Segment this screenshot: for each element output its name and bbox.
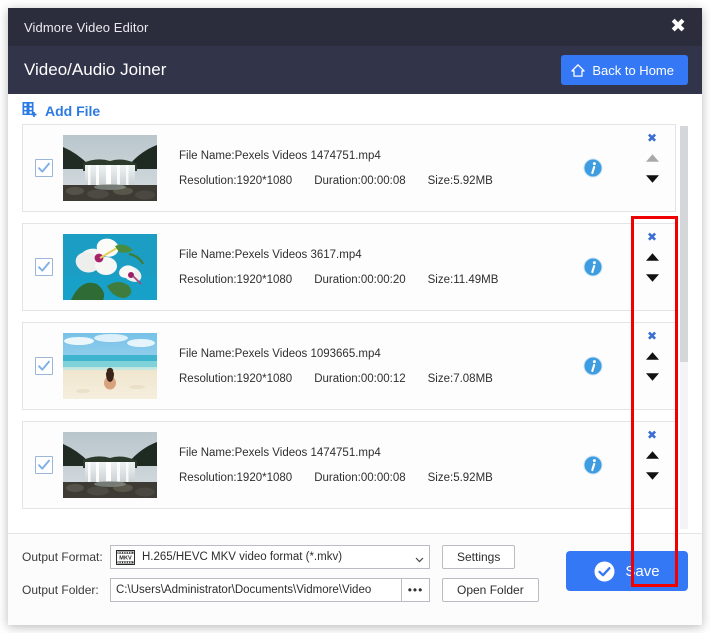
remove-file-button[interactable]: ✖ — [647, 330, 657, 343]
move-down-button[interactable] — [646, 368, 659, 386]
file-duration: Duration:00:00:12 — [314, 373, 405, 385]
output-folder-input[interactable]: C:\Users\Administrator\Documents\Vidmore… — [110, 578, 402, 602]
video-thumbnail[interactable] — [63, 135, 157, 201]
file-resolution: Resolution:1920*1080 — [179, 274, 292, 286]
file-duration: Duration:00:00:08 — [314, 175, 405, 187]
footer-panel: Output Format: — [8, 533, 702, 625]
home-icon — [571, 64, 585, 77]
app-title: Vidmore Video Editor — [24, 20, 148, 35]
file-list-container: File Name:Pexels Videos 1474751.mp4 Reso… — [8, 124, 702, 533]
add-film-icon — [22, 102, 37, 119]
check-circle-icon — [594, 561, 615, 582]
close-icon[interactable]: ✖ — [668, 17, 688, 38]
video-thumbnail[interactable] — [63, 333, 157, 399]
settings-button[interactable]: Settings — [442, 545, 515, 569]
file-select-checkbox[interactable] — [35, 258, 53, 276]
file-select-checkbox[interactable] — [35, 456, 53, 474]
back-to-home-label: Back to Home — [592, 63, 674, 78]
move-up-button[interactable] — [646, 248, 659, 266]
file-row-controls: ✖ — [629, 224, 675, 310]
move-down-button[interactable] — [646, 467, 659, 485]
save-label: Save — [625, 563, 659, 580]
file-metadata: File Name:Pexels Videos 1474751.mp4 Reso… — [179, 447, 583, 484]
page-title: Video/Audio Joiner — [24, 60, 166, 80]
add-file-label: Add File — [45, 103, 100, 119]
page-header: Video/Audio Joiner Back to Home — [8, 46, 702, 94]
output-format-select[interactable]: MKV H.265/HEVC MKV video format (*.mkv) — [110, 545, 430, 569]
file-name: File Name:Pexels Videos 1474751.mp4 — [179, 150, 583, 162]
mkv-file-icon: MKV — [116, 550, 135, 565]
file-name: File Name:Pexels Videos 1093665.mp4 — [179, 348, 583, 360]
move-up-button[interactable] — [646, 347, 659, 365]
remove-file-button[interactable]: ✖ — [647, 132, 657, 145]
app-window: Vidmore Video Editor ✖ Video/Audio Joine… — [8, 8, 702, 625]
file-size: Size:5.92MB — [428, 472, 493, 484]
file-select-checkbox[interactable] — [35, 357, 53, 375]
file-name: File Name:Pexels Videos 3617.mp4 — [179, 249, 583, 261]
file-resolution: Resolution:1920*1080 — [179, 175, 292, 187]
video-thumbnail[interactable] — [63, 234, 157, 300]
move-down-button[interactable] — [646, 269, 659, 287]
main-content: Add File — [8, 94, 702, 533]
titlebar: Vidmore Video Editor ✖ — [8, 8, 702, 46]
chevron-down-icon — [414, 552, 425, 563]
svg-text:MKV: MKV — [119, 555, 132, 561]
file-list-item[interactable]: File Name:Pexels Videos 1093665.mp4 Reso… — [22, 322, 676, 410]
output-format-label: Output Format: — [22, 550, 110, 564]
file-resolution: Resolution:1920*1080 — [179, 373, 292, 385]
remove-file-button[interactable]: ✖ — [647, 231, 657, 244]
move-down-button[interactable] — [646, 170, 659, 188]
open-folder-button[interactable]: Open Folder — [442, 578, 539, 602]
file-row-controls: ✖ — [629, 323, 675, 409]
file-row-controls: ✖ — [629, 125, 675, 211]
file-duration: Duration:00:00:08 — [314, 472, 405, 484]
info-icon[interactable] — [583, 158, 603, 178]
browse-folder-button[interactable]: ••• — [402, 578, 430, 602]
file-size: Size:7.08MB — [428, 373, 493, 385]
file-metadata: File Name:Pexels Videos 1093665.mp4 Reso… — [179, 348, 583, 385]
info-icon[interactable] — [583, 356, 603, 376]
remove-file-button[interactable]: ✖ — [647, 429, 657, 442]
move-up-button[interactable] — [646, 149, 659, 167]
back-to-home-button[interactable]: Back to Home — [561, 55, 688, 85]
file-list-item[interactable]: File Name:Pexels Videos 1474751.mp4 Reso… — [22, 124, 676, 212]
file-list-item[interactable]: File Name:Pexels Videos 3617.mp4 Resolut… — [22, 223, 676, 311]
file-size: Size:11.49MB — [428, 274, 499, 286]
output-folder-label: Output Folder: — [22, 583, 110, 597]
file-select-checkbox[interactable] — [35, 159, 53, 177]
file-row-controls: ✖ — [629, 422, 675, 508]
file-list: File Name:Pexels Videos 1474751.mp4 Reso… — [22, 124, 688, 533]
save-button[interactable]: Save — [566, 551, 688, 591]
file-metadata: File Name:Pexels Videos 1474751.mp4 Reso… — [179, 150, 583, 187]
file-size: Size:5.92MB — [428, 175, 493, 187]
file-duration: Duration:00:00:20 — [314, 274, 405, 286]
add-file-button[interactable]: Add File — [22, 102, 100, 119]
info-icon[interactable] — [583, 257, 603, 277]
video-thumbnail[interactable] — [63, 432, 157, 498]
file-name: File Name:Pexels Videos 1474751.mp4 — [179, 447, 583, 459]
output-format-value: H.265/HEVC MKV video format (*.mkv) — [142, 551, 414, 563]
file-list-item[interactable]: File Name:Pexels Videos 1474751.mp4 Reso… — [22, 421, 676, 509]
file-resolution: Resolution:1920*1080 — [179, 472, 292, 484]
move-up-button[interactable] — [646, 446, 659, 464]
add-file-bar: Add File — [8, 94, 702, 124]
file-metadata: File Name:Pexels Videos 3617.mp4 Resolut… — [179, 249, 583, 286]
info-icon[interactable] — [583, 455, 603, 475]
